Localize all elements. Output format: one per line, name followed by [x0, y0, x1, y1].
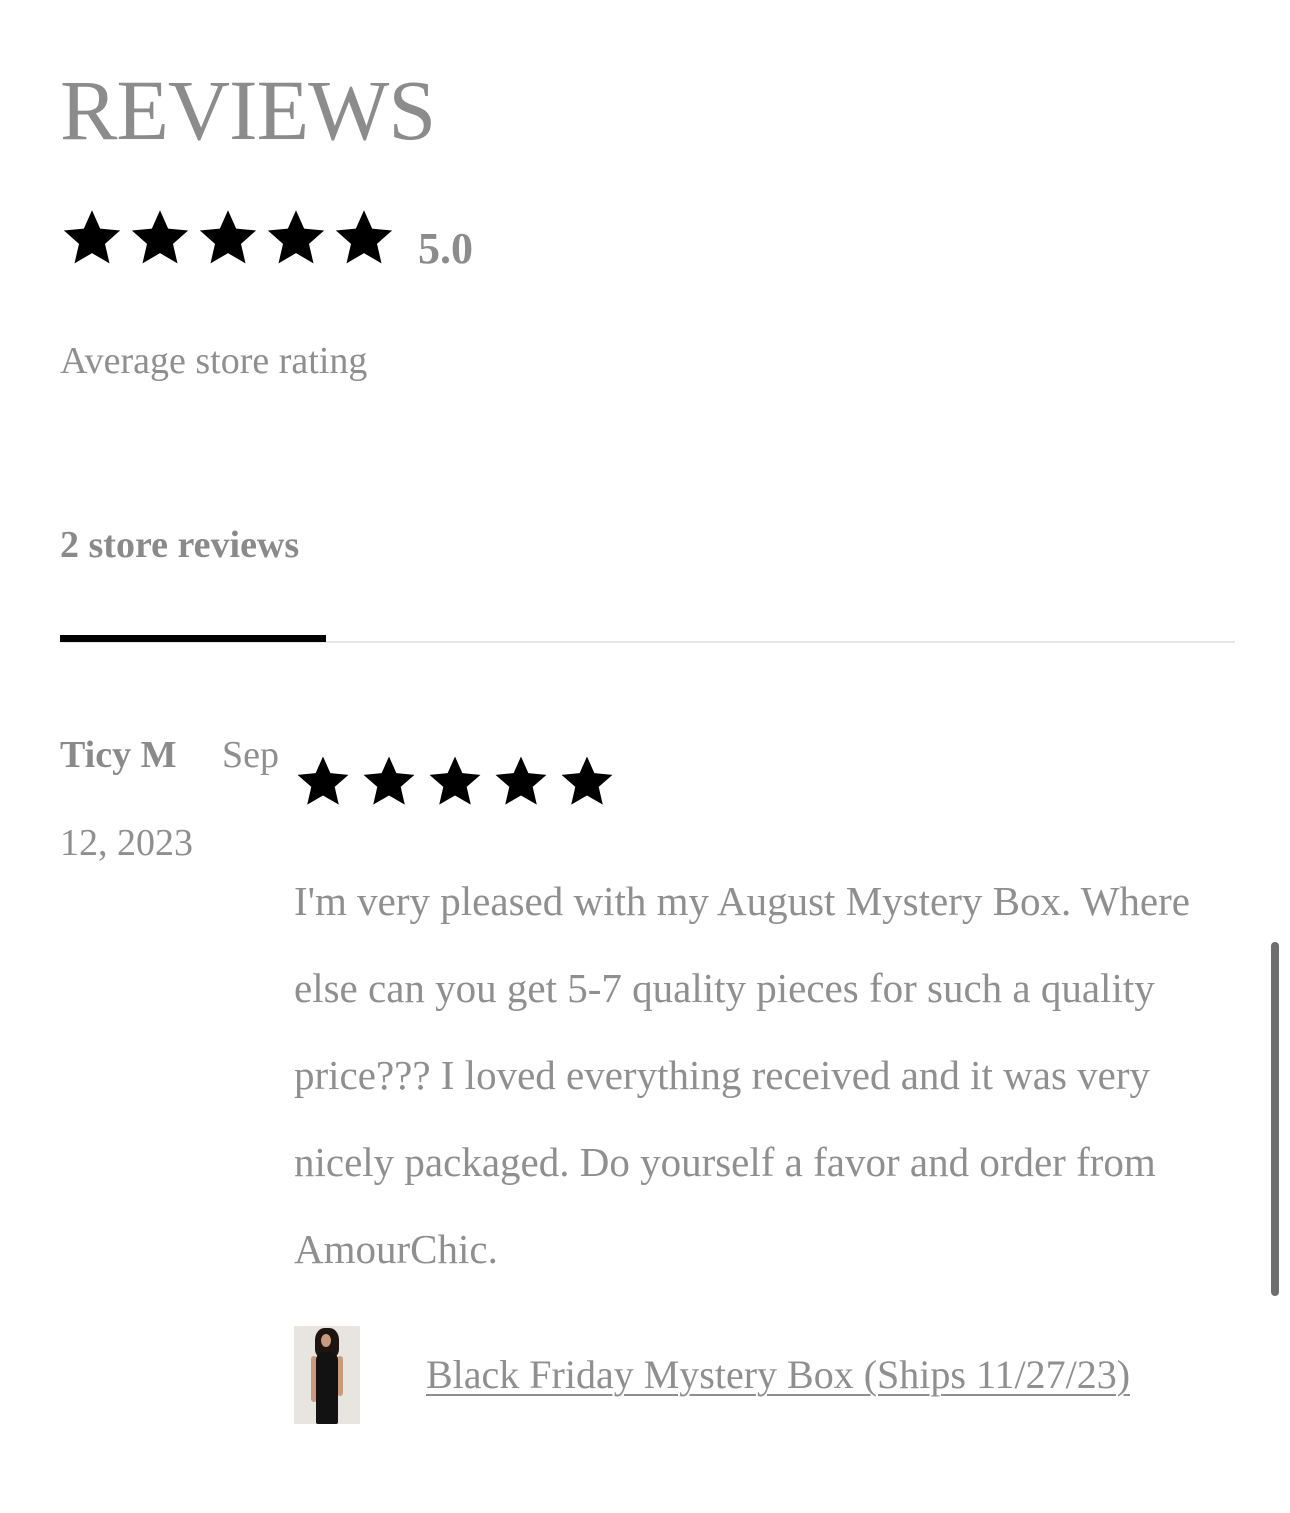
star-icon [264, 206, 328, 270]
star-icon [128, 206, 192, 270]
review-author: Ticy M [60, 734, 177, 776]
star-icon [424, 754, 486, 810]
star-icon [490, 754, 552, 810]
review-date-month: Sep [222, 734, 279, 776]
average-rating-score: 5.0 [418, 224, 473, 273]
product-thumbnail[interactable] [294, 1326, 360, 1424]
average-rating-stars [60, 206, 396, 270]
reviewed-product: Black Friday Mystery Box (Ships 11/27/23… [294, 1326, 1130, 1424]
product-link[interactable]: Black Friday Mystery Box (Ships 11/27/23… [426, 1350, 1130, 1400]
review-date-day-year: 12, 2023 [60, 822, 193, 864]
page-title: REVIEWS [60, 62, 436, 158]
star-icon [60, 206, 124, 270]
star-icon [292, 754, 354, 810]
star-icon [332, 206, 396, 270]
star-icon [358, 754, 420, 810]
review-rating-stars [292, 754, 618, 810]
average-rating-caption: Average store rating [60, 340, 368, 382]
star-icon [556, 754, 618, 810]
star-icon [196, 206, 260, 270]
active-tab-indicator [60, 635, 326, 642]
review-tabs: 2 store reviews [60, 520, 1235, 644]
tab-store-reviews[interactable]: 2 store reviews [60, 520, 299, 570]
scrollbar-thumb[interactable] [1271, 942, 1279, 1296]
review-text: I'm very pleased with my August Mystery … [294, 878, 1190, 1272]
